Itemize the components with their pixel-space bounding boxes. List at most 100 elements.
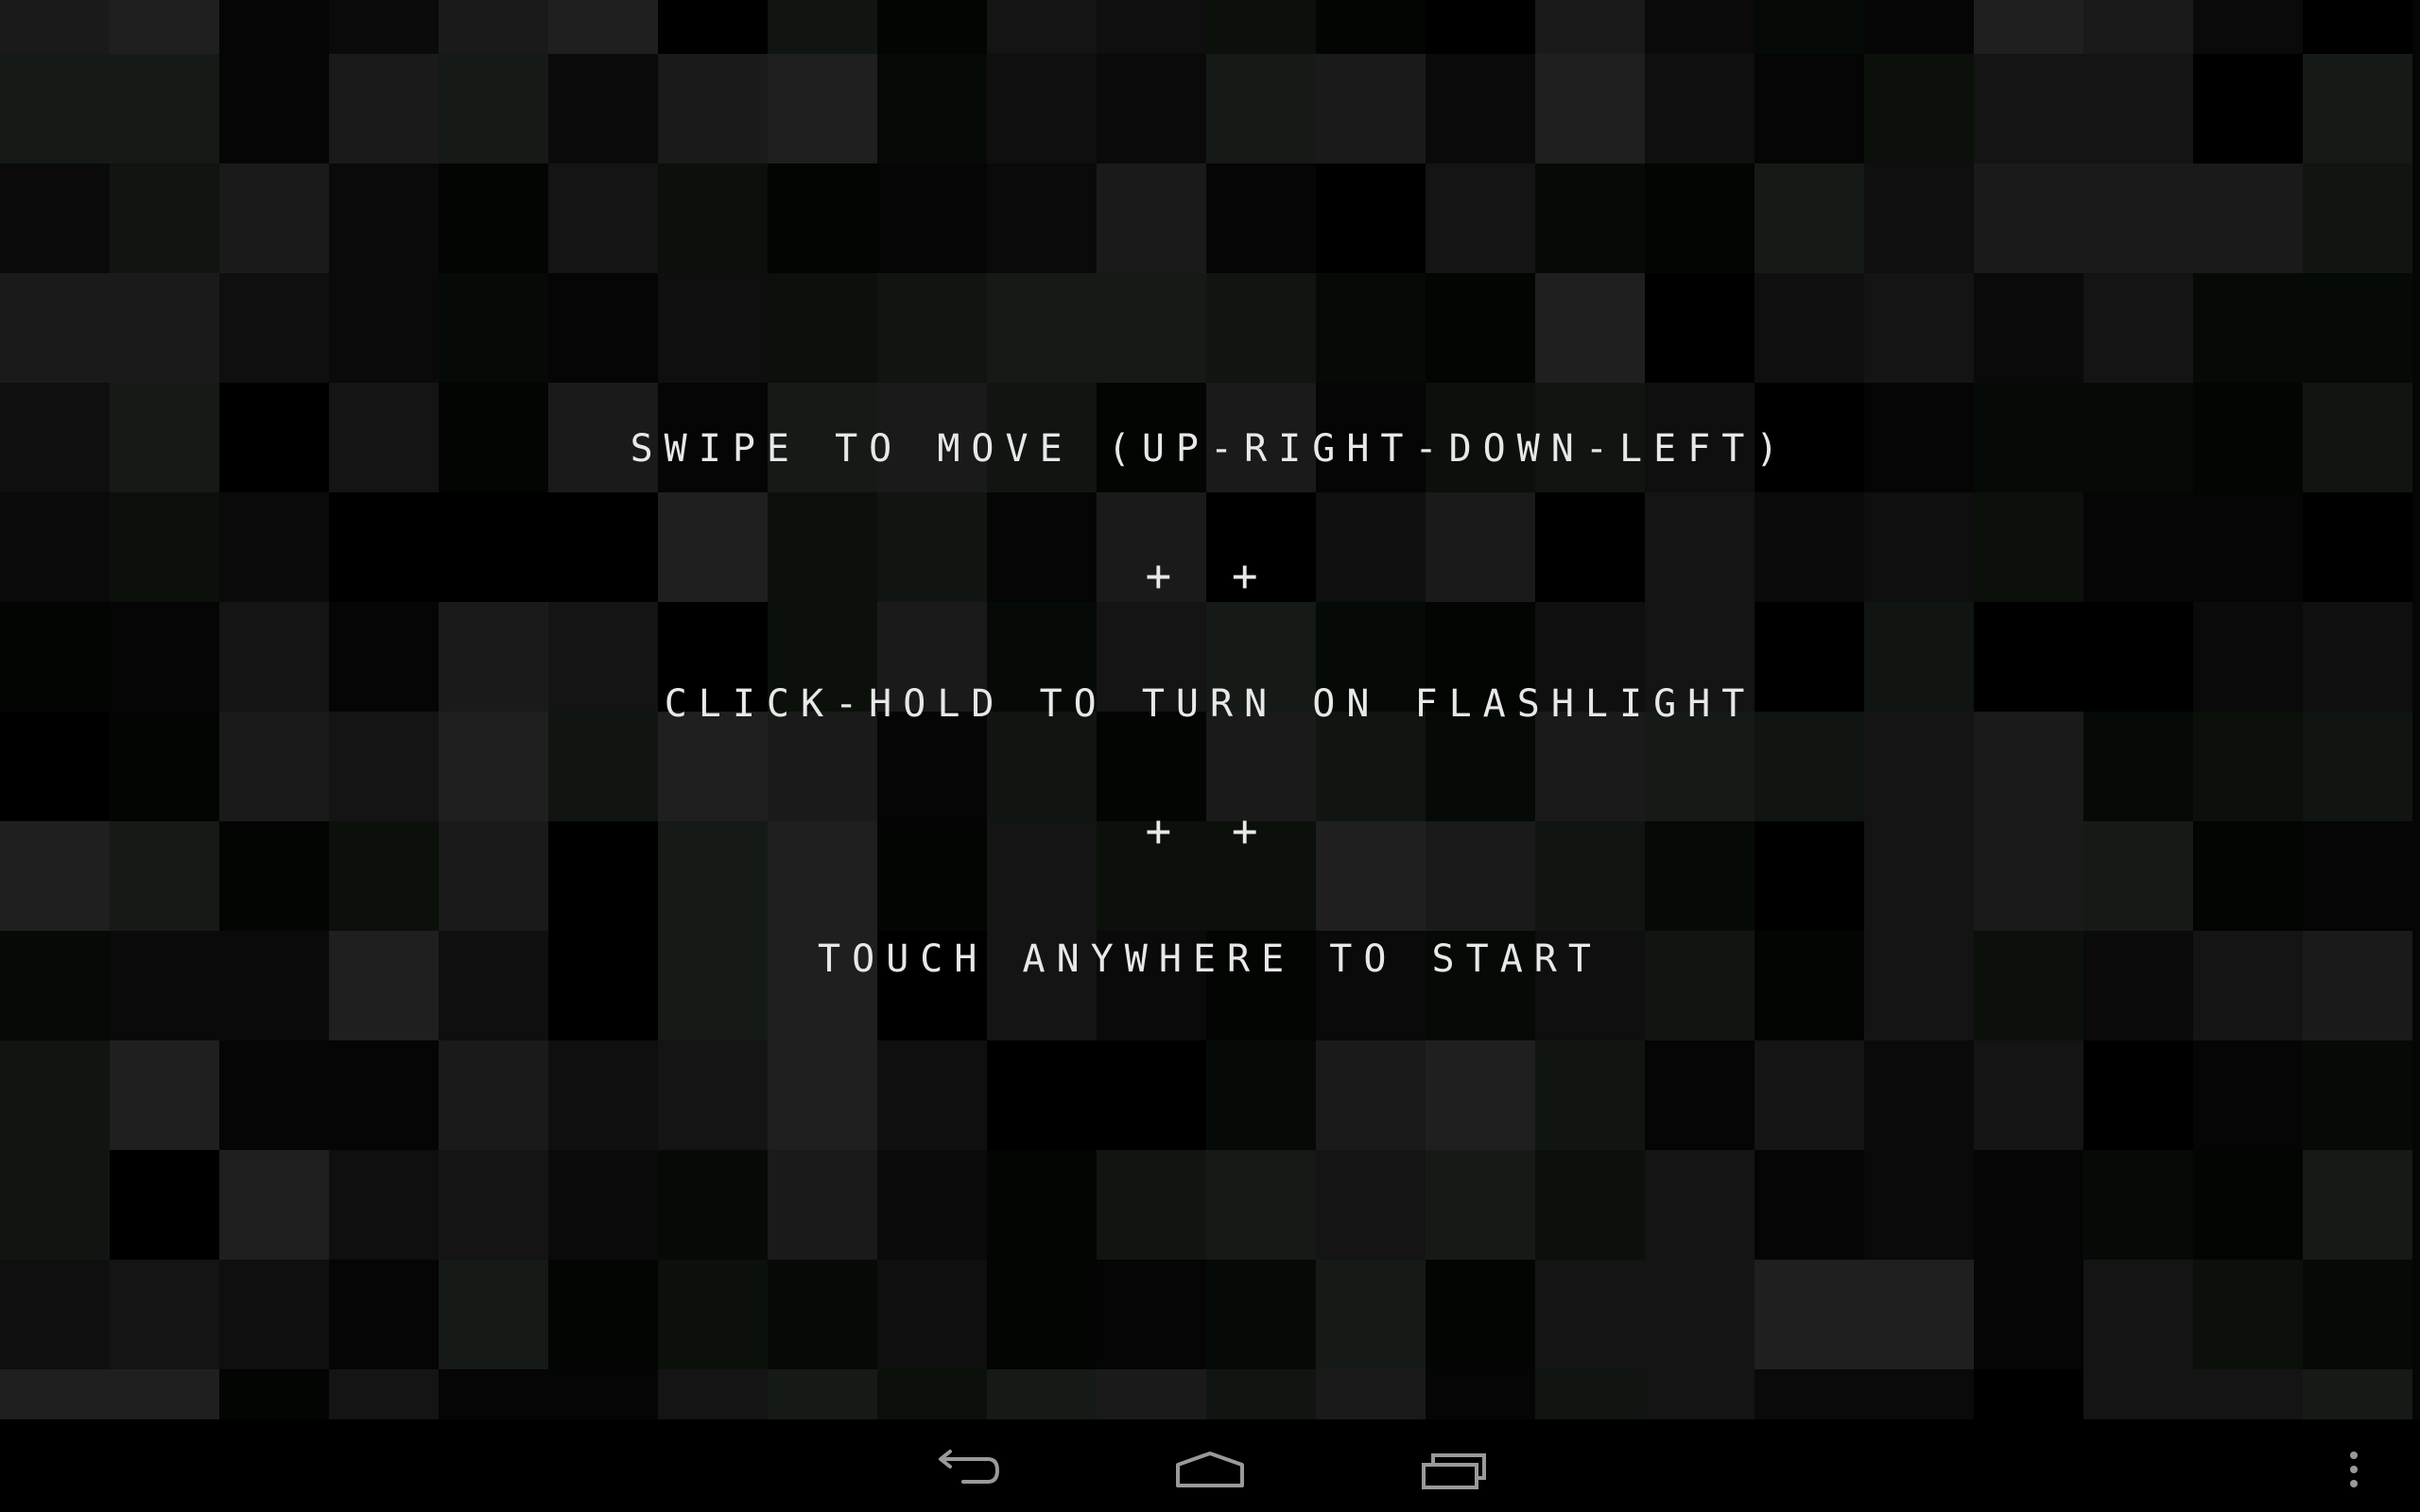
background-tile [1535, 54, 1645, 163]
game-screen: SWIPE TO MOVE (UP-RIGHT-DOWN-LEFT) + + C… [0, 0, 2420, 1512]
background-tile [658, 1260, 768, 1369]
background-tile [1974, 931, 2083, 1040]
background-tile [1974, 712, 2083, 821]
background-tile [439, 1260, 548, 1369]
background-tile [1535, 273, 1645, 383]
background-tile [768, 383, 877, 492]
background-tile [987, 1040, 1097, 1150]
background-tile [1864, 1369, 1974, 1419]
background-tile [1316, 931, 1426, 1040]
background-tile [2083, 602, 2193, 712]
background-tile [548, 712, 658, 821]
background-tile [2193, 383, 2303, 492]
background-tile [219, 712, 329, 821]
recent-apps-button[interactable] [1402, 1436, 1506, 1503]
background-tile [219, 931, 329, 1040]
background-tile [329, 54, 439, 163]
background-tile [1206, 1369, 1316, 1419]
background-tile [439, 54, 548, 163]
background-tile [768, 1260, 877, 1369]
back-button[interactable] [915, 1436, 1019, 1503]
background-tile [1097, 383, 1206, 492]
background-tile [877, 0, 987, 54]
background-tile [2193, 712, 2303, 821]
background-tile [2083, 273, 2193, 383]
background-tile [110, 492, 219, 602]
background-tile [219, 1150, 329, 1260]
background-tile [2193, 1260, 2303, 1369]
background-tile [987, 0, 1097, 54]
background-tile [1535, 712, 1645, 821]
background-tile [329, 383, 439, 492]
background-tile [439, 273, 548, 383]
background-tile [1097, 931, 1206, 1040]
game-touch-area[interactable]: SWIPE TO MOVE (UP-RIGHT-DOWN-LEFT) + + C… [0, 0, 2420, 1419]
background-tile [1206, 1260, 1316, 1369]
background-tile [1426, 602, 1535, 712]
background-tile [1754, 1150, 1864, 1260]
background-tile [2193, 821, 2303, 931]
home-button[interactable] [1158, 1436, 1262, 1503]
background-tile [987, 602, 1097, 712]
background-tile [1974, 492, 2083, 602]
background-tile [548, 1040, 658, 1150]
background-tile [548, 931, 658, 1040]
background-tile [329, 931, 439, 1040]
background-tile [219, 383, 329, 492]
background-tile [110, 163, 219, 273]
background-tile [439, 821, 548, 931]
background-tile [219, 163, 329, 273]
background-tile [1864, 273, 1974, 383]
background-tile [1206, 1150, 1316, 1260]
background-tile [2303, 1260, 2412, 1369]
background-tile [2193, 54, 2303, 163]
background-tile [1097, 1260, 1206, 1369]
background-tile [1754, 1369, 1864, 1419]
background-tile [110, 0, 219, 54]
background-tile [877, 163, 987, 273]
background-tile [2303, 163, 2412, 273]
background-tile [2193, 1369, 2303, 1419]
background-tile [110, 1260, 219, 1369]
background-tile [0, 1040, 110, 1150]
background-tile [1206, 0, 1316, 54]
background-tile [548, 1150, 658, 1260]
background-tile [0, 821, 110, 931]
background-tile [2193, 0, 2303, 54]
background-tile [2303, 712, 2412, 821]
background-tile [1206, 821, 1316, 931]
background-tile [1097, 273, 1206, 383]
background-tile [548, 821, 658, 931]
background-tile [1206, 931, 1316, 1040]
background-tile [1974, 821, 2083, 931]
background-tile [548, 54, 658, 163]
background-tile [1754, 931, 1864, 1040]
background-tile [877, 712, 987, 821]
background-tile [987, 712, 1097, 821]
background-tile [1864, 712, 1974, 821]
background-tile [877, 931, 987, 1040]
background-tile [1426, 821, 1535, 931]
background-tile [1974, 602, 2083, 712]
background-tile [1864, 821, 1974, 931]
background-tile [1754, 602, 1864, 712]
background-tile [768, 0, 877, 54]
background-tile [1426, 163, 1535, 273]
background-tile [2303, 0, 2412, 54]
background-tile [110, 931, 219, 1040]
background-tile [1535, 492, 1645, 602]
background-tile [110, 1369, 219, 1419]
background-tile [2083, 54, 2193, 163]
overflow-menu-button[interactable] [2321, 1436, 2387, 1503]
background-tile [1645, 383, 1754, 492]
background-tile [877, 1040, 987, 1150]
background-tile [1316, 712, 1426, 821]
background-tile [439, 1040, 548, 1150]
background-tile [2303, 273, 2412, 383]
background-tile [2083, 1260, 2193, 1369]
background-tile [1864, 492, 1974, 602]
background-tile [768, 931, 877, 1040]
background-tile [768, 492, 877, 602]
background-tile [1645, 931, 1754, 1040]
background-tile [1426, 383, 1535, 492]
